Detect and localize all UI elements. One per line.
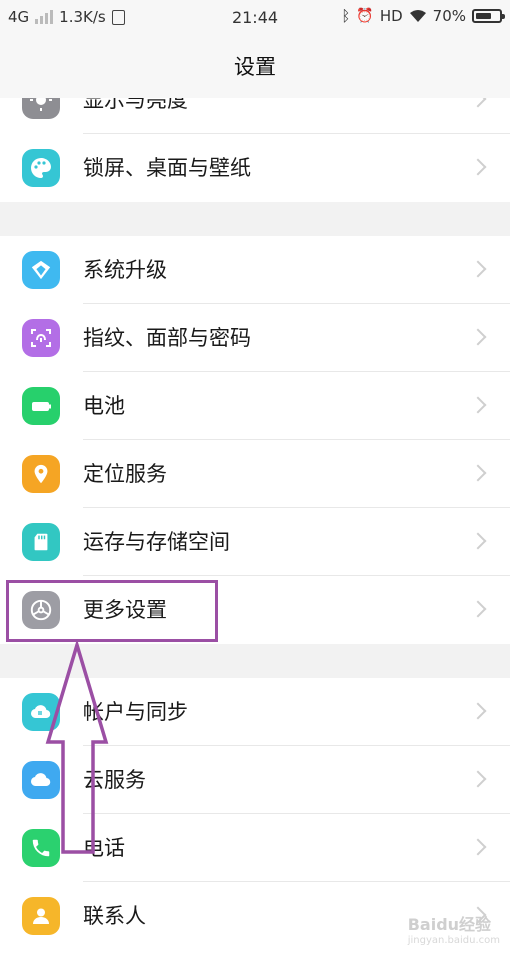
chevron-right-icon [469,158,487,176]
fingerprint-icon [22,319,60,357]
bluetooth-icon: ᛒ [341,7,351,25]
item-label: 联系人 [83,904,146,928]
item-label: 电话 [83,836,125,860]
alarm-icon: ⏰ [356,8,374,24]
list-item-phone[interactable]: 电话 [0,814,510,882]
item-label: 锁屏、桌面与壁纸 [83,156,251,180]
battery-status-icon [472,9,505,23]
battery-fill [476,13,491,19]
chevron-right-icon [469,702,487,720]
watermark-text: Baidu经验 [407,915,492,934]
item-label: 指纹、面部与密码 [83,326,251,350]
list-item-cloud-service[interactable]: 云服务 [0,746,510,814]
chevron-right-icon [469,396,487,414]
sd-card-icon [22,523,60,561]
list-item-fingerprint-face-password[interactable]: 指纹、面部与密码 [0,304,510,372]
cloud-icon [22,761,60,799]
item-label: 帐户与同步 [83,700,188,724]
list-item-display-brightness[interactable]: 显示与亮度 [0,98,510,134]
item-label: 显示与亮度 [83,98,188,112]
chevron-right-icon [469,770,487,788]
watermark: Baidu经验 jingyan.baidu.com [408,911,500,946]
list-item-battery[interactable]: 电池 [0,372,510,440]
chevron-right-icon [469,838,487,856]
gear-icon [22,591,60,629]
battery-icon [22,387,60,425]
list-item-location-services[interactable]: 定位服务 [0,440,510,508]
palette-icon [22,149,60,187]
battery-percent: 70% [432,7,466,25]
item-label: 运存与存储空间 [83,530,230,554]
status-right: ᛒ ⏰ HD 70% [341,7,505,25]
list-item-memory-storage[interactable]: 运存与存储空间 [0,508,510,576]
update-icon [22,251,60,289]
chevron-right-icon [469,600,487,618]
location-pin-icon [22,455,60,493]
item-label: 定位服务 [83,462,167,486]
sun-icon [22,98,60,119]
chevron-right-icon [469,260,487,278]
settings-group-display: 显示与亮度 锁屏、桌面与壁纸 [0,98,510,202]
cloud-sync-icon [22,693,60,731]
chevron-right-icon [469,464,487,482]
list-item-more-settings[interactable]: 更多设置 [0,576,510,644]
status-bar: 4G 1.3K/s 21:44 ᛒ ⏰ HD 70% [0,0,510,36]
item-label: 电池 [83,394,125,418]
list-item-account-sync[interactable]: 帐户与同步 [0,678,510,746]
page-title: 设置 [0,36,510,99]
chevron-right-icon [469,98,487,108]
list-item-system-update[interactable]: 系统升级 [0,236,510,304]
phone-icon [22,829,60,867]
chevron-right-icon [469,532,487,550]
chevron-right-icon [469,328,487,346]
contact-icon [22,897,60,935]
item-label: 云服务 [83,768,146,792]
item-label: 更多设置 [83,598,167,622]
settings-group-system: 系统升级 指纹、面部与密码 电池 定位服务 运存与存储空间 更多设置 [0,236,510,644]
list-item-lockscreen-wallpaper[interactable]: 锁屏、桌面与壁纸 [0,134,510,202]
wifi-icon [409,10,426,22]
hd-badge: HD [379,7,403,25]
item-label: 系统升级 [83,258,167,282]
watermark-url: jingyan.baidu.com [407,935,500,946]
